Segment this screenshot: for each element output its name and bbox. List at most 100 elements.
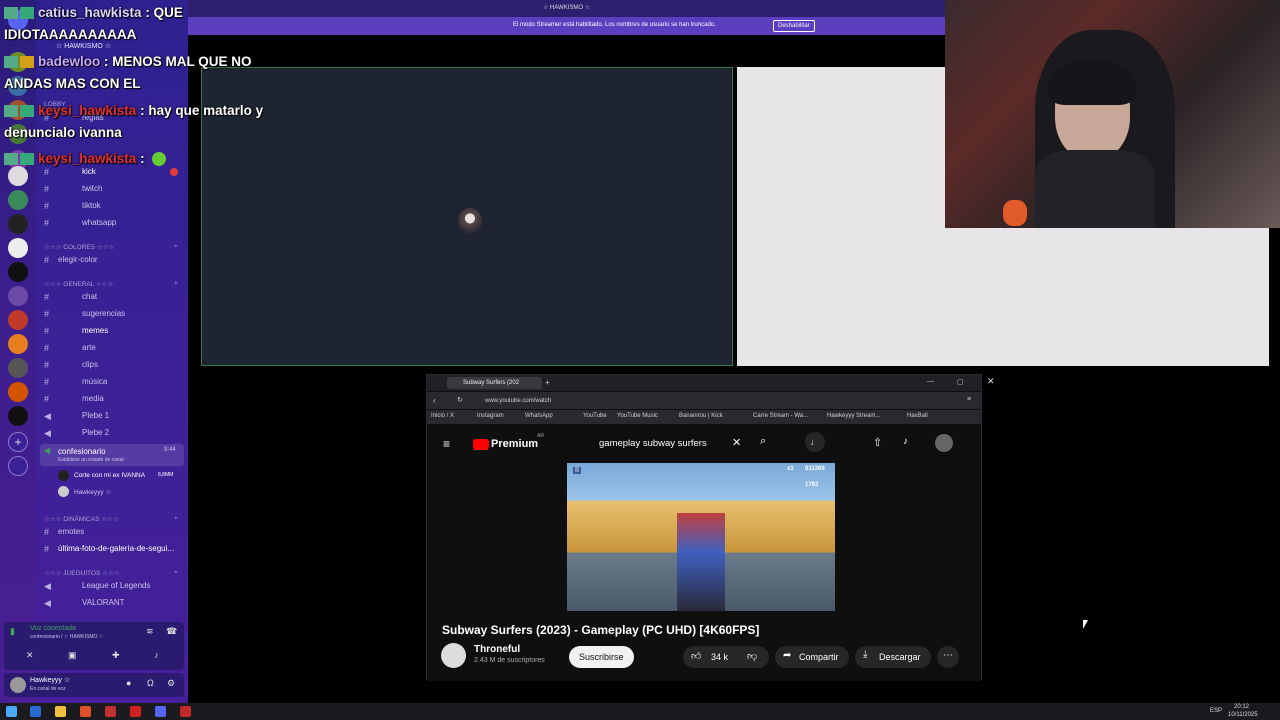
youtube-logo-icon[interactable]	[473, 439, 489, 450]
server-icon[interactable]	[8, 262, 28, 282]
server-icon[interactable]	[8, 334, 28, 354]
headphones-icon[interactable]: Ω	[147, 678, 154, 688]
bookmark[interactable]: Instagram	[477, 413, 504, 419]
mic-icon[interactable]: ♩	[805, 432, 825, 452]
channel-avatar[interactable]	[441, 643, 466, 668]
voice-channel-valorant[interactable]: ◀ VALORANT	[36, 595, 188, 611]
add-server-icon[interactable]: +	[8, 432, 28, 452]
server-icon[interactable]	[8, 238, 28, 258]
voice-user[interactable]: Corte con mi ex IVANNA 8,8MM	[58, 470, 186, 482]
disable-streamer-button[interactable]: Deshabilitar	[773, 20, 815, 32]
video-player[interactable]: II x1 011369 1783	[567, 463, 835, 611]
category-general[interactable]: ☆☆☆ GENERAL ☆☆☆ +	[44, 280, 178, 288]
server-icon[interactable]	[8, 382, 28, 402]
channel-memes[interactable]: # memes	[36, 323, 188, 339]
discord-icon[interactable]	[155, 706, 166, 717]
search-icon[interactable]: ⌕	[760, 435, 766, 448]
new-tab-icon[interactable]: +	[545, 378, 550, 387]
bookmark[interactable]: YouTube	[583, 413, 607, 419]
channel-chat[interactable]: # chat	[36, 289, 188, 305]
disconnect-icon[interactable]: ☎	[166, 626, 177, 637]
category-colores[interactable]: ☆☆☆ COLORES ☆☆☆ +	[44, 243, 178, 251]
server-icon[interactable]	[8, 190, 28, 210]
server-icon[interactable]	[8, 310, 28, 330]
hamburger-icon[interactable]: ≡	[443, 437, 450, 451]
app-icon[interactable]	[105, 706, 116, 717]
voice-channel-lol[interactable]: ◀ League of Legends	[36, 578, 188, 594]
back-icon[interactable]: ‹	[433, 396, 436, 405]
bookmark[interactable]: WhatsApp	[525, 413, 553, 419]
language-indicator[interactable]: ESP	[1210, 708, 1222, 714]
channel-whatsapp[interactable]: # whatsapp	[36, 215, 188, 231]
like-count[interactable]: 34 k	[711, 652, 728, 662]
server-icon[interactable]	[8, 214, 28, 234]
channel-sugerencias[interactable]: # sugerencias	[36, 306, 188, 322]
category-dinamicas[interactable]: ☆☆☆ DINÁMICAS ☆☆☆ +	[44, 515, 178, 523]
streamer-mode-banner: El modo Streamer está habilitado. Los no…	[188, 17, 945, 35]
bell-icon[interactable]: ♪	[903, 436, 908, 447]
minimize-icon[interactable]: —	[927, 378, 934, 385]
voice-channel-confesionario[interactable]: ◀ confesionario Establece un estado de c…	[40, 444, 184, 466]
dislike-icon[interactable]: 👎︎	[747, 650, 757, 662]
download-icon: ⤓	[863, 649, 868, 660]
channel-clips[interactable]: # clips	[36, 357, 188, 373]
channel-arte[interactable]: # arte	[36, 340, 188, 356]
clock-time[interactable]: 20:12	[1234, 704, 1249, 710]
explore-icon[interactable]	[8, 456, 28, 476]
voice-channel-plebe2[interactable]: ◀ Plebe 2	[36, 425, 188, 441]
soundboard-icon[interactable]: ♪	[154, 650, 159, 660]
server-icon[interactable]	[8, 358, 28, 378]
like-icon[interactable]: 👍︎	[691, 650, 701, 662]
channel-tiktok[interactable]: # tiktok	[36, 198, 188, 214]
bookmark[interactable]: Hawkeyyy Stream...	[827, 413, 880, 419]
download-button[interactable]: ⤓ Descargar	[855, 646, 931, 668]
channel-musica[interactable]: # música	[36, 374, 188, 390]
badge-icon	[20, 7, 34, 20]
obs-icon[interactable]	[180, 706, 191, 717]
url-field[interactable]: www.youtube.com/watch	[485, 398, 551, 404]
camera-off-icon[interactable]: ✕	[26, 650, 34, 661]
screen-share-icon[interactable]: ▣	[68, 650, 77, 661]
server-icon[interactable]	[8, 406, 28, 426]
bookmark[interactable]: Bananirou | Kick	[679, 413, 723, 419]
channel-emotes[interactable]: # emotes	[36, 524, 188, 540]
pause-icon[interactable]: II	[573, 467, 581, 474]
maximize-icon[interactable]: ▢	[957, 378, 964, 386]
channel-twitch[interactable]: # twitch	[36, 181, 188, 197]
voice-channel-plebe1[interactable]: ◀ Plebe 1	[36, 408, 188, 424]
bookmark[interactable]: Carre Stream - Wa...	[753, 413, 808, 419]
brave-icon[interactable]	[80, 706, 91, 717]
voice-user[interactable]: Hawkeyyy ☆	[58, 486, 186, 498]
bookmark[interactable]: YouTube Music	[617, 413, 658, 419]
share-button[interactable]: ➦ Compartir	[775, 646, 849, 668]
category-juegos[interactable]: ☆☆☆ JUEGUITOS ☆☆☆ +	[44, 569, 178, 577]
more-icon[interactable]: ⋯	[937, 646, 959, 668]
search-icon[interactable]	[30, 706, 41, 717]
clock-date[interactable]: 10/11/2025	[1228, 712, 1258, 718]
channel-ultima-foto[interactable]: # última-foto-de-galería-de-segui...	[36, 541, 188, 557]
menu-icon[interactable]: ≡	[967, 396, 971, 403]
start-icon[interactable]	[6, 706, 17, 717]
upload-icon[interactable]: ⇧	[873, 436, 882, 449]
clear-search-icon[interactable]: ✕	[732, 436, 741, 449]
close-icon[interactable]: ✕	[987, 376, 995, 387]
voice-channel-path[interactable]: confesionario / ☆ HAWKISMO ☆	[30, 634, 103, 640]
avatar[interactable]	[10, 677, 26, 693]
bookmark[interactable]: Inicio / X	[431, 413, 454, 419]
avatar[interactable]	[935, 434, 953, 452]
channel-elegir-color[interactable]: # elegir-color	[36, 252, 188, 268]
reload-icon[interactable]: ↻	[457, 396, 463, 404]
channel-media[interactable]: # media	[36, 391, 188, 407]
subscribe-button[interactable]: Suscribirse	[569, 646, 634, 668]
bookmark[interactable]: HaxBall	[907, 413, 928, 419]
noise-icon[interactable]: ≋	[146, 626, 154, 637]
gear-icon[interactable]: ⚙	[167, 678, 175, 689]
opera-icon[interactable]	[130, 706, 141, 717]
activities-icon[interactable]: ✚	[112, 650, 120, 661]
folder-icon[interactable]	[55, 706, 66, 717]
channel-name[interactable]: Throneful	[474, 644, 520, 655]
server-icon[interactable]	[8, 286, 28, 306]
yt-logo-text[interactable]: Premium	[491, 438, 538, 450]
search-input[interactable]: gameplay subway surfers	[599, 438, 707, 449]
mic-icon[interactable]: ●	[126, 678, 131, 688]
